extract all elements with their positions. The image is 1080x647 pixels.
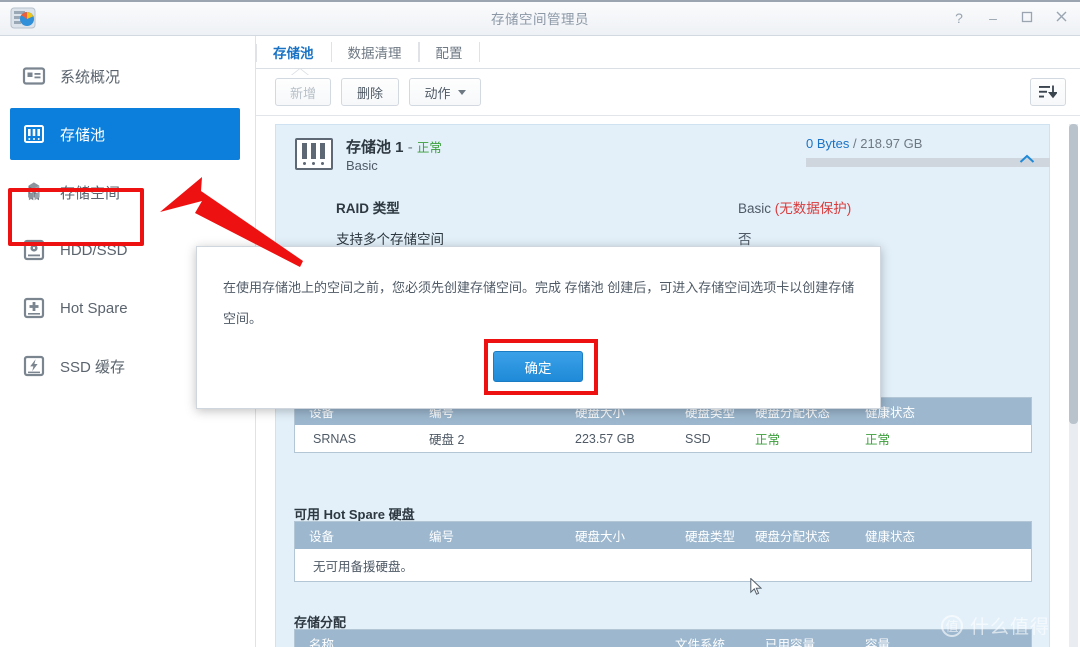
row-key: 支持多个存储空间 [336, 232, 444, 247]
sidebar-item-system-overview[interactable]: 系统概况 [10, 50, 240, 102]
maximize-button[interactable] [1018, 9, 1036, 27]
pool-title: 存储池 1 - 正常 [346, 136, 442, 157]
chevron-down-icon [457, 89, 466, 95]
dialog-ok-button[interactable]: 确定 [493, 351, 583, 382]
hot-spare-table-header: 设备 编号 硬盘大小 硬盘类型 硬盘分配状态 健康状态 [295, 522, 1031, 549]
action-button-label: 动作 [424, 85, 451, 101]
tab-storage-pool[interactable]: 存储池 [256, 36, 331, 68]
help-button[interactable]: ? [950, 9, 968, 27]
collapse-toggle[interactable] [1019, 151, 1035, 163]
cell-alloc: 正常 [755, 433, 781, 447]
hdd-ssd-icon [22, 238, 46, 262]
tab-bar: 存储池 数据清理 配置 [256, 36, 1080, 69]
sidebar-item-label: 存储空间 [60, 184, 121, 202]
sidebar-item-storage-pool[interactable]: 存储池 [10, 108, 240, 160]
mouse-cursor [750, 578, 762, 595]
col-filesystem: 文件系统 [675, 638, 726, 647]
close-icon [1056, 11, 1066, 22]
allocation-table-header: 名称 文件系统 已用容量 容量 [295, 630, 1031, 647]
capacity-total: 218.97 GB [860, 136, 923, 151]
create-button-label: 新增 [290, 85, 317, 101]
tab-label: 存储池 [273, 46, 314, 61]
pool-raid-subtitle: Basic [346, 158, 378, 173]
pool-name: 存储池 1 [346, 139, 404, 156]
maximize-icon [1021, 11, 1033, 23]
col-alloc: 硬盘分配状态 [755, 530, 831, 544]
dialog-message: 在使用存储池上的空间之前，您必须先创建存储空间。完成 存储池 创建后，可进入存储… [223, 280, 855, 326]
storage-volume-icon [22, 180, 46, 204]
cell-number: 硬盘 2 [429, 433, 465, 447]
col-device: 设备 [309, 530, 335, 544]
col-size: 硬盘大小 [575, 530, 626, 544]
sidebar-item-label: HDD/SSD [60, 241, 128, 259]
empty-text: 无可用备援硬盘。 [313, 559, 414, 574]
sidebar-item-label: Hot Spare [60, 299, 128, 317]
tab-data-scrubbing[interactable]: 数据清理 [330, 36, 419, 68]
col-health: 健康状态 [865, 530, 916, 544]
col-number: 编号 [429, 530, 455, 544]
red-arrow-pointer [160, 177, 303, 267]
sort-descending-icon [1039, 85, 1057, 99]
cell-device: SRNAS [313, 431, 357, 446]
dialog-ok-label: 确定 [524, 360, 552, 376]
raid-type-note: (无数据保护) [774, 201, 852, 216]
minimize-button[interactable]: – [984, 9, 1002, 27]
capacity-used: 0 Bytes [806, 136, 850, 151]
row-value: Basic (无数据保护) [738, 197, 851, 217]
col-name: 名称 [309, 638, 335, 647]
sort-button[interactable] [1030, 78, 1066, 106]
sidebar-item-label: 存储池 [60, 126, 106, 144]
content-scrollbar-thumb[interactable] [1069, 124, 1078, 424]
cell-type: SSD [685, 431, 711, 446]
chevron-up-icon [1019, 154, 1035, 163]
toolbar: 新增 删除 动作 [256, 69, 1080, 116]
storage-pool-icon [22, 122, 46, 146]
window-title: 存储空间管理员 [491, 12, 589, 27]
cell-health: 正常 [865, 433, 891, 447]
row-key: RAID 类型 [336, 201, 400, 216]
allocation-table: 名称 文件系统 已用容量 容量 无 [294, 629, 1032, 647]
storage-manager-window: 存储空间管理员 ? – 系统概况 存储池 存储空间 HDD/SSD Hot Sp… [0, 0, 1080, 647]
window-titlebar: 存储空间管理员 ? – [0, 0, 1080, 36]
row-value: 否 [738, 232, 752, 247]
col-capacity: 容量 [865, 638, 891, 647]
pool-card-header: 存储池 1 - 正常 Basic 0 Bytes / 218.97 GB [276, 125, 1051, 181]
tab-label: 配置 [435, 46, 463, 61]
hot-spare-icon [22, 296, 46, 320]
sidebar-item-label: SSD 缓存 [60, 358, 126, 376]
create-button[interactable]: 新增 [275, 78, 331, 106]
system-overview-icon [22, 64, 46, 88]
capacity-separator: / [852, 136, 857, 151]
tab-settings[interactable]: 配置 [418, 36, 480, 68]
delete-button-label: 删除 [356, 85, 383, 101]
confirmation-dialog: 在使用存储池上的空间之前，您必须先创建存储空间。完成 存储池 创建后，可进入存储… [196, 246, 881, 409]
ssd-cache-icon [22, 354, 46, 378]
table-row[interactable]: SRNAS 硬盘 2 223.57 GB SSD 正常 正常 [295, 425, 1031, 452]
sidebar-item-label: 系统概况 [60, 68, 121, 86]
col-type: 硬盘类型 [685, 530, 736, 544]
hot-spare-table: 设备 编号 硬盘大小 硬盘类型 硬盘分配状态 健康状态 无可用备援硬盘。 [294, 521, 1032, 582]
tab-label: 数据清理 [347, 46, 402, 61]
hot-spare-empty-row: 无可用备援硬盘。 [295, 549, 1031, 581]
action-dropdown-button[interactable]: 动作 [409, 78, 481, 106]
cell-size: 223.57 GB [575, 431, 635, 446]
window-controls: ? – [950, 0, 1070, 36]
delete-button[interactable]: 删除 [341, 78, 399, 106]
close-button[interactable] [1052, 9, 1070, 27]
raid-type-value: Basic [738, 201, 772, 216]
pool-title-separator: - [407, 139, 413, 156]
col-used: 已用容量 [765, 638, 816, 647]
pool-status-badge: 正常 [416, 141, 442, 155]
pool-capacity-text: 0 Bytes / 218.97 GB [806, 136, 922, 151]
pool-capacity-bar [806, 158, 1050, 167]
